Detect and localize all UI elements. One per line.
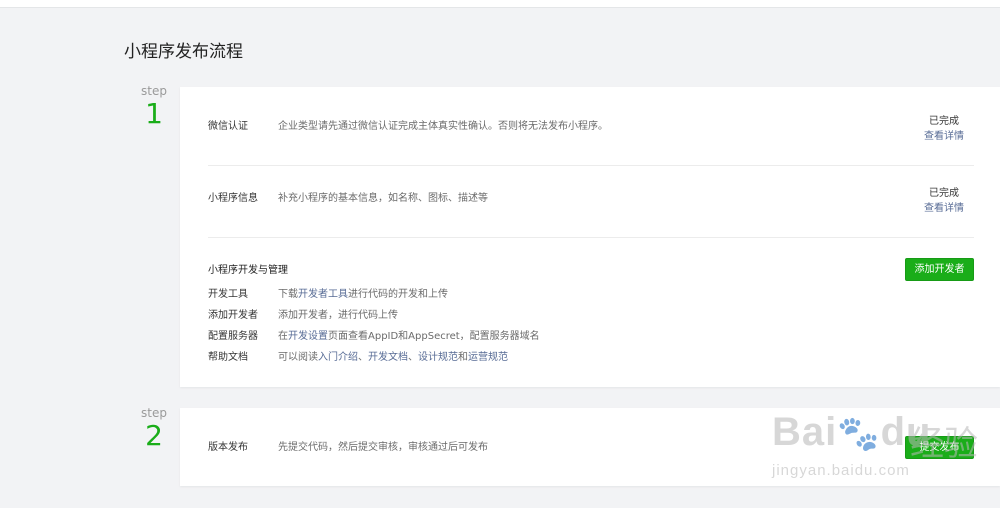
mp-info-desc: 补充小程序的基本信息，如名称、图标、描述等 [278, 193, 488, 204]
wechat-cert-status: 已完成 查看详情 [914, 115, 974, 145]
text: 下载 [278, 289, 298, 300]
status-text: 已完成 [929, 116, 959, 127]
dev-docs-link[interactable]: 开发文档 [368, 352, 408, 363]
view-details-link[interactable]: 查看详情 [914, 201, 974, 217]
add-dev-desc: 添加开发者，进行代码上传 [278, 310, 398, 321]
dev-tools-row: 开发工具 下载开发者工具进行代码的开发和上传 [208, 285, 974, 300]
dev-tools-link[interactable]: 开发者工具 [298, 289, 348, 300]
step-2-marker: step 2 [126, 406, 182, 452]
dev-tools-label: 开发工具 [208, 289, 248, 300]
release-label: 版本发布 [208, 442, 248, 453]
server-config-desc: 在开发设置页面查看AppID和AppSecret，配置服务器域名 [278, 327, 540, 342]
add-dev-row: 添加开发者 添加开发者，进行代码上传 [208, 306, 974, 321]
help-docs-desc: 可以阅读入门介绍、开发文档、设计规范和运营规范 [278, 348, 508, 363]
text: 可以阅读 [278, 352, 318, 363]
help-docs-label: 帮助文档 [208, 352, 248, 363]
page-title: 小程序发布流程 [124, 42, 243, 62]
watermark-cn: 经验 [910, 424, 978, 464]
mp-info-label: 小程序信息 [208, 193, 258, 204]
watermark-logo-text: Bai [772, 410, 838, 454]
intro-link[interactable]: 入门介绍 [318, 352, 358, 363]
watermark-logo: Bai🐾du [772, 410, 931, 455]
step-word: step [141, 84, 167, 98]
mp-info-row: 小程序信息 补充小程序的基本信息，如名称、图标、描述等 已完成 查看详情 [208, 187, 974, 227]
mp-info-status: 已完成 查看详情 [914, 187, 974, 217]
step-number: 1 [145, 97, 163, 130]
step-word: step [141, 406, 167, 420]
dev-tools-desc: 下载开发者工具进行代码的开发和上传 [278, 285, 448, 300]
divider [208, 165, 974, 166]
wechat-cert-desc: 企业类型请先通过微信认证完成主体真实性确认。否则将无法发布小程序。 [278, 121, 608, 132]
step-1-marker: step 1 [126, 84, 182, 130]
design-spec-link[interactable]: 设计规范 [418, 352, 458, 363]
step-1-card: 微信认证 企业类型请先通过微信认证完成主体真实性确认。否则将无法发布小程序。 已… [180, 87, 1000, 387]
help-docs-row: 帮助文档 可以阅读入门介绍、开发文档、设计规范和运营规范 [208, 348, 974, 363]
watermark-url: jingyan.baidu.com [772, 462, 910, 479]
text: 、 [358, 352, 368, 363]
text: 和 [458, 352, 468, 363]
dev-settings-link[interactable]: 开发设置 [288, 331, 328, 342]
add-developer-button[interactable]: 添加开发者 [905, 258, 974, 281]
view-details-link[interactable]: 查看详情 [914, 129, 974, 145]
text: 页面查看AppID和AppSecret，配置服务器域名 [328, 331, 540, 342]
status-text: 已完成 [929, 188, 959, 199]
divider [208, 237, 974, 238]
paw-icon: 🐾 [837, 415, 881, 453]
top-bar [0, 0, 1000, 8]
server-config-label: 配置服务器 [208, 331, 258, 342]
text: 、 [408, 352, 418, 363]
baidu-watermark: Bai🐾du 经验 jingyan.baidu.com [760, 400, 990, 490]
step-number: 2 [145, 419, 163, 452]
wechat-cert-label: 微信认证 [208, 121, 248, 132]
text: 进行代码的开发和上传 [348, 289, 448, 300]
dev-section-title: 小程序开发与管理 [208, 265, 288, 276]
text: 在 [278, 331, 288, 342]
ops-spec-link[interactable]: 运营规范 [468, 352, 508, 363]
add-dev-label: 添加开发者 [208, 310, 258, 321]
server-config-row: 配置服务器 在开发设置页面查看AppID和AppSecret，配置服务器域名 [208, 327, 974, 342]
wechat-cert-row: 微信认证 企业类型请先通过微信认证完成主体真实性确认。否则将无法发布小程序。 已… [208, 115, 974, 155]
release-desc: 先提交代码，然后提交审核，审核通过后可发布 [278, 442, 488, 453]
